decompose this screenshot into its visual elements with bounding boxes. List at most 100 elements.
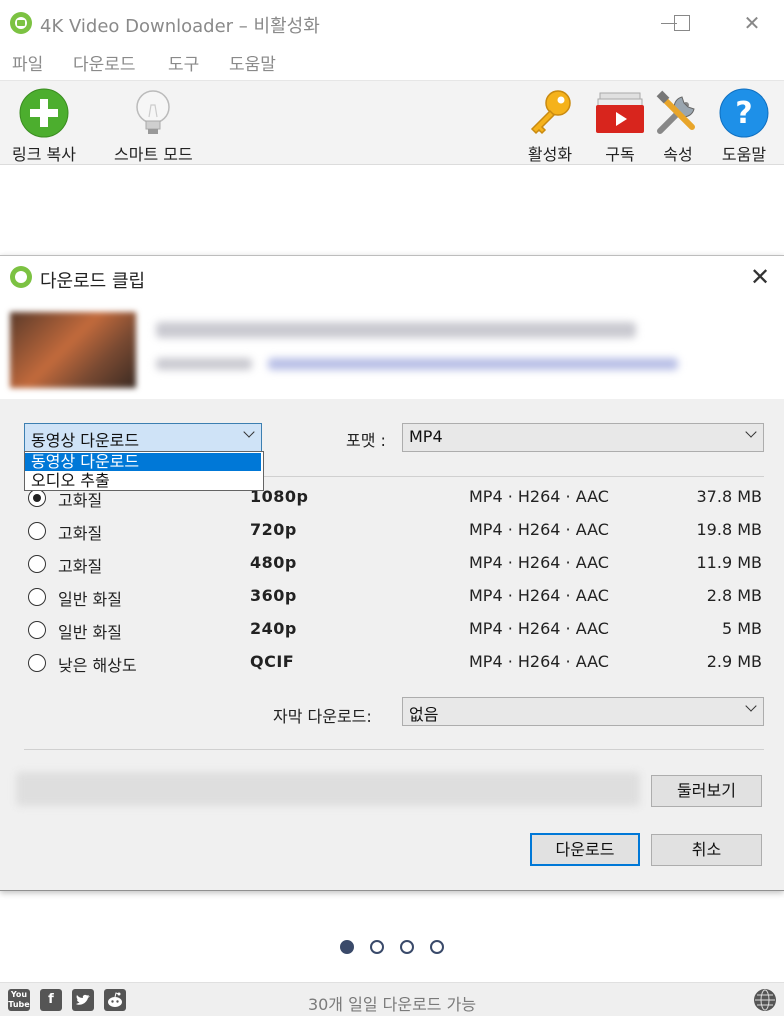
dialog-close-button[interactable]: ✕ xyxy=(744,262,776,294)
codec-label: MP4 · H264 · AAC xyxy=(469,487,609,506)
app-logo-icon xyxy=(10,266,32,288)
pager-dot[interactable] xyxy=(430,940,444,954)
menu-bar: 파일 다운로드 도구 도움말 xyxy=(0,46,784,78)
quality-label: 고화질 xyxy=(58,524,103,543)
help-button[interactable]: ? 도움말 xyxy=(718,87,770,165)
quality-option-row[interactable]: 일반 화질 360p MP4 · H264 · AAC 2.8 MB xyxy=(28,584,764,614)
quality-label: 고화질 xyxy=(58,557,103,576)
blurred-video-link[interactable] xyxy=(268,358,678,370)
quality-radio[interactable] xyxy=(28,489,46,507)
download-mode-value: 동영상 다운로드 xyxy=(31,431,140,450)
blurred-video-title xyxy=(156,322,636,338)
file-size-label: 5 MB xyxy=(721,619,762,638)
video-thumbnail xyxy=(10,312,136,388)
pager-dot[interactable] xyxy=(340,940,354,954)
daily-downloads-status: 30개 일일 다운로드 가능 xyxy=(307,995,477,1014)
menu-file[interactable]: 파일 xyxy=(12,50,43,75)
pager-dot[interactable] xyxy=(370,940,384,954)
browse-button[interactable]: 둘러보기 xyxy=(651,775,762,807)
key-icon xyxy=(524,87,576,139)
file-size-label: 11.9 MB xyxy=(696,553,763,572)
option-video-download[interactable]: 동영상 다운로드 xyxy=(25,453,261,471)
globe-icon[interactable] xyxy=(754,989,776,1011)
format-value: MP4 xyxy=(409,427,443,446)
resolution-label: 480p xyxy=(250,553,297,572)
format-label: 포맷 : xyxy=(346,431,386,450)
quality-option-row[interactable]: 고화질 720p MP4 · H264 · AAC 19.8 MB xyxy=(28,518,764,548)
activate-button[interactable]: 활성화 xyxy=(524,87,576,165)
subtitle-value: 없음 xyxy=(409,705,439,724)
quality-radio[interactable] xyxy=(28,588,46,606)
codec-label: MP4 · H264 · AAC xyxy=(469,586,609,605)
download-button[interactable]: 다운로드 xyxy=(530,833,640,866)
help-label: 도움말 xyxy=(721,145,767,164)
pager-dot[interactable] xyxy=(400,940,414,954)
subscribe-icon xyxy=(594,87,646,139)
quality-option-row[interactable]: 고화질 480p MP4 · H264 · AAC 11.9 MB xyxy=(28,551,764,581)
option-extract-audio[interactable]: 오디오 추출 xyxy=(25,472,261,490)
smart-mode-label: 스마트 모드 xyxy=(114,145,193,164)
smart-mode-button[interactable]: 스마트 모드 xyxy=(114,87,193,165)
quality-radio[interactable] xyxy=(28,522,46,540)
tools-icon xyxy=(652,87,704,139)
menu-tools[interactable]: 도구 xyxy=(168,50,199,75)
lightbulb-icon xyxy=(127,87,179,139)
close-icon: ✕ xyxy=(749,263,771,291)
plus-icon xyxy=(18,87,70,139)
resolution-label: 240p xyxy=(250,619,297,638)
codec-label: MP4 · H264 · AAC xyxy=(469,619,609,638)
preferences-button[interactable]: 속성 xyxy=(652,87,704,165)
codec-label: MP4 · H264 · AAC xyxy=(469,553,609,572)
codec-label: MP4 · H264 · AAC xyxy=(469,520,609,539)
subtitle-label: 자막 다운로드: xyxy=(273,707,372,726)
maximize-icon xyxy=(674,15,690,31)
quality-label: 일반 화질 xyxy=(58,590,122,609)
quality-option-row[interactable]: 낮은 해상도 QCIF MP4 · H264 · AAC 2.9 MB xyxy=(28,650,764,680)
quality-radio[interactable] xyxy=(28,621,46,639)
dialog-titlebar: 다운로드 클립 ✕ xyxy=(0,256,784,300)
menu-help[interactable]: 도움말 xyxy=(229,50,276,75)
paste-link-button[interactable]: 링크 복사 xyxy=(12,87,76,165)
subscribe-button[interactable]: 구독 xyxy=(594,87,646,165)
paste-link-label: 링크 복사 xyxy=(12,145,76,164)
preferences-label: 속성 xyxy=(663,145,693,164)
file-size-label: 37.8 MB xyxy=(696,487,763,506)
format-select[interactable]: MP4 xyxy=(402,423,764,452)
activate-label: 활성화 xyxy=(527,145,573,164)
app-logo-icon xyxy=(10,12,32,34)
window-title: 4K Video Downloader – 비활성화 xyxy=(40,16,320,37)
subtitle-select[interactable]: 없음 xyxy=(402,697,764,726)
file-size-label: 2.9 MB xyxy=(706,652,762,671)
resolution-label: QCIF xyxy=(250,652,295,671)
quality-label: 낮은 해상도 xyxy=(58,656,137,675)
menu-download[interactable]: 다운로드 xyxy=(73,50,136,75)
resolution-label: 720p xyxy=(250,520,297,539)
divider xyxy=(24,749,764,750)
quality-radio[interactable] xyxy=(28,555,46,573)
chevron-down-icon xyxy=(745,700,757,712)
toolbar: 링크 복사 스마트 모드 활성화 구독 속성 ? 도움말 xyxy=(0,80,784,165)
subscribe-label: 구독 xyxy=(605,145,635,164)
quality-radio[interactable] xyxy=(28,654,46,672)
chevron-down-icon xyxy=(243,426,255,438)
close-icon: ✕ xyxy=(743,11,761,35)
help-icon: ? xyxy=(718,87,770,139)
dialog-title: 다운로드 클립 xyxy=(40,271,146,292)
download-clip-dialog: 다운로드 클립 ✕ 동영상 다운로드 동영상 다운로드 오디오 추출 포맷 : … xyxy=(0,255,784,891)
file-size-label: 2.8 MB xyxy=(706,586,762,605)
blurred-duration xyxy=(156,358,252,370)
quality-option-row[interactable]: 일반 화질 240p MP4 · H264 · AAC 5 MB xyxy=(28,617,764,647)
resolution-label: 360p xyxy=(250,586,297,605)
status-bar: You Tube f 30개 일일 다운로드 가능 xyxy=(0,982,784,1016)
file-size-label: 19.8 MB xyxy=(696,520,763,539)
window-titlebar: 4K Video Downloader – 비활성화 ✕ xyxy=(0,0,784,46)
blurred-save-path xyxy=(16,772,640,806)
download-mode-select[interactable]: 동영상 다운로드 xyxy=(24,423,262,452)
close-button[interactable]: ✕ xyxy=(729,8,775,38)
maximize-button[interactable] xyxy=(659,8,705,38)
svg-text:?: ? xyxy=(735,96,752,131)
cancel-button[interactable]: 취소 xyxy=(651,834,762,866)
codec-label: MP4 · H264 · AAC xyxy=(469,652,609,671)
quality-label: 일반 화질 xyxy=(58,623,122,642)
chevron-down-icon xyxy=(745,426,757,438)
